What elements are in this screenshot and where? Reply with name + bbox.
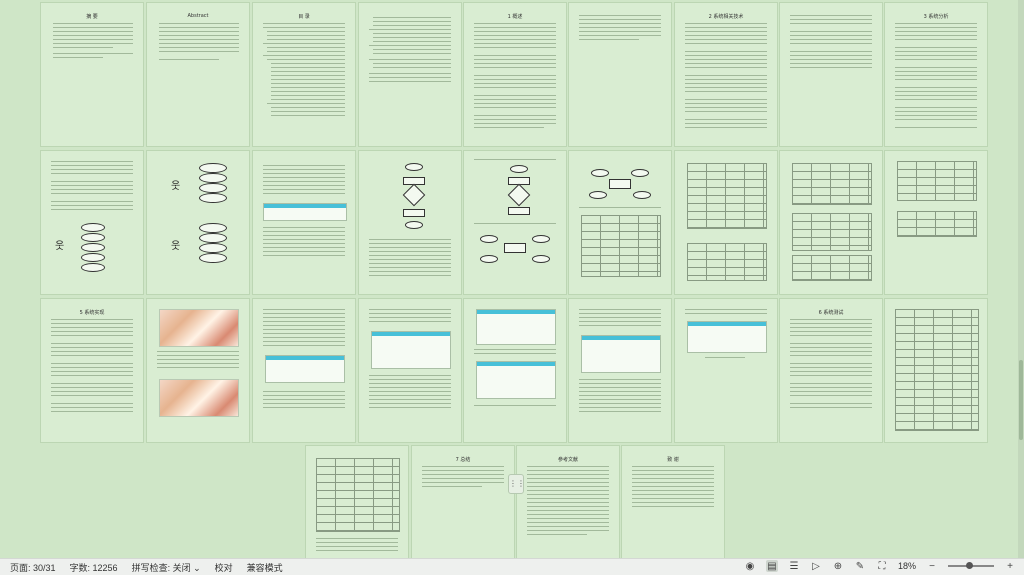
page-thumb[interactable] xyxy=(464,151,566,294)
page-title: 6 系统测试 xyxy=(818,310,844,316)
page-title: Abstract xyxy=(187,13,209,19)
page-title: 2 系统相关技术 xyxy=(708,14,744,20)
fit-page-icon[interactable]: ⛶ xyxy=(876,560,888,572)
web-icon[interactable]: ⊕ xyxy=(832,560,844,572)
page-thumb[interactable] xyxy=(253,151,355,294)
word-count[interactable]: 字数: 12256 xyxy=(70,561,118,574)
status-bar: 页面: 30/31 字数: 12256 拼写检查: 关闭 ⌄ 校对 兼容模式 ◉… xyxy=(0,558,1024,575)
page-thumb[interactable]: 2 系统相关技术 xyxy=(675,3,777,146)
pen-icon[interactable]: ✎ xyxy=(854,560,866,572)
page-thumb[interactable]: 1 概述 xyxy=(464,3,566,146)
page-thumb[interactable]: 웃 웃 xyxy=(147,151,249,294)
page-thumb[interactable] xyxy=(675,299,777,442)
actor-icon: 웃 xyxy=(171,241,181,252)
page-thumb[interactable] xyxy=(306,446,408,558)
page-thumb[interactable]: 웃 xyxy=(41,151,143,294)
grid-menu-icon[interactable]: ⋮⋮ xyxy=(508,474,525,494)
zoom-slider-knob[interactable] xyxy=(966,562,973,569)
page-thumb[interactable]: 5 系统实现 xyxy=(41,299,143,442)
actor-icon: 웃 xyxy=(171,181,181,192)
page-thumb[interactable] xyxy=(569,299,671,442)
page-thumb[interactable] xyxy=(253,299,355,442)
zoom-slider[interactable] xyxy=(948,562,994,569)
page-thumb[interactable]: 目 录 xyxy=(253,3,355,146)
spell-check-toggle[interactable]: 拼写检查: 关闭 ⌄ xyxy=(132,561,201,574)
page-thumb[interactable]: 3 系统分析 xyxy=(885,3,987,146)
proofread-button[interactable]: 校对 xyxy=(215,561,233,574)
page-title: 1 概述 xyxy=(507,14,523,20)
spell-check-label: 拼写检查: 关闭 xyxy=(131,563,191,573)
zoom-level[interactable]: 18% xyxy=(898,561,916,571)
page-title: 致 谢 xyxy=(667,457,679,463)
zoom-in-button[interactable]: + xyxy=(1004,560,1016,572)
page-view-icon[interactable]: ▤ xyxy=(765,560,778,572)
page-thumb[interactable] xyxy=(569,151,671,294)
chevron-down-icon: ⌄ xyxy=(193,563,201,573)
page-indicator[interactable]: 页面: 30/31 xyxy=(10,561,56,574)
document-canvas[interactable]: 摘 要 Abstract 目 录 1 概述 2 系统相关技术 3 系统分析 웃 … xyxy=(0,0,1024,558)
compat-mode-label: 兼容模式 xyxy=(246,563,283,573)
page-title: 7 总结 xyxy=(455,457,471,463)
page-thumb[interactable]: 致 谢 xyxy=(622,446,724,558)
page-title: 摘 要 xyxy=(86,14,98,20)
page-thumb[interactable] xyxy=(569,3,671,146)
page-thumb[interactable]: Abstract xyxy=(147,3,249,146)
outline-icon[interactable]: ☰ xyxy=(788,560,800,572)
page-thumb[interactable] xyxy=(885,299,987,442)
vertical-scrollbar[interactable] xyxy=(1018,0,1024,558)
page-title: 5 系统实现 xyxy=(79,310,105,316)
page-thumb[interactable] xyxy=(675,151,777,294)
page-thumb[interactable] xyxy=(780,151,882,294)
page-title: 目 录 xyxy=(298,14,310,20)
scrollbar-thumb[interactable] xyxy=(1019,360,1023,440)
page-thumb[interactable] xyxy=(359,3,461,146)
play-icon[interactable]: ▷ xyxy=(810,560,822,572)
page-thumb[interactable]: 摘 要 xyxy=(41,3,143,146)
page-thumb[interactable]: 6 系统测试 xyxy=(780,299,882,442)
eye-icon[interactable]: ◉ xyxy=(744,560,756,572)
actor-icon: 웃 xyxy=(55,241,65,252)
page-thumb[interactable] xyxy=(780,3,882,146)
zoom-out-button[interactable]: − xyxy=(926,560,938,572)
page-title: 3 系统分析 xyxy=(923,14,949,20)
page-thumb[interactable] xyxy=(359,151,461,294)
cake-image xyxy=(159,309,239,347)
page-thumb[interactable]: 7 总结 xyxy=(412,446,514,558)
page-thumb[interactable] xyxy=(359,299,461,442)
page-thumb[interactable]: 参考文献 xyxy=(517,446,619,558)
page-thumb[interactable] xyxy=(147,299,249,442)
page-thumb[interactable] xyxy=(464,299,566,442)
cake-image xyxy=(159,379,239,417)
page-title: 参考文献 xyxy=(557,457,578,463)
page-thumb[interactable] xyxy=(885,151,987,294)
